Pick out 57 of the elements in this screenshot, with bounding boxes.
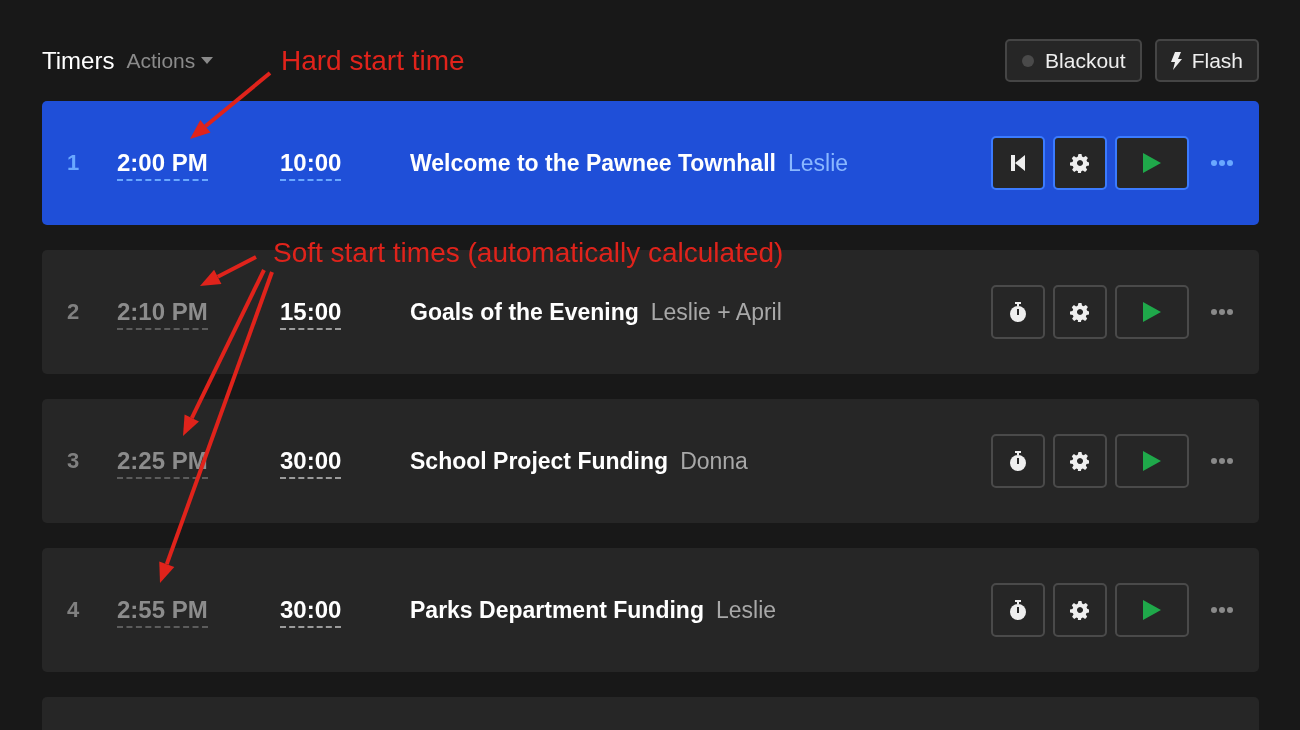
stopwatch-icon: [1009, 302, 1027, 322]
row-number: 3: [67, 448, 81, 474]
timer-row[interactable]: 1 2:00 PM 10:00 Welcome to the Pawnee Townhall Leslie: [42, 101, 1259, 225]
timer-row[interactable]: 4 2:55 PM 30:00 Parks Department Funding Leslie: [42, 548, 1259, 672]
timer-title: School Project Funding: [410, 447, 669, 475]
duration[interactable]: 30:00: [280, 596, 342, 628]
caret-icon: [201, 57, 214, 64]
dot-icon: [1021, 53, 1036, 68]
speaker-name: Donna: [680, 447, 748, 475]
timer-title: Welcome to the Pawnee Townhall: [410, 149, 776, 177]
play-icon: [1143, 302, 1161, 322]
duration[interactable]: 10:00: [280, 149, 342, 181]
stopwatch-icon: [1009, 451, 1027, 471]
more-icon: [1211, 458, 1233, 464]
blackout-button[interactable]: Blackout: [1005, 39, 1142, 82]
skip-back-icon: [1011, 155, 1025, 171]
duration[interactable]: 30:00: [280, 447, 342, 479]
play-button[interactable]: [1115, 583, 1189, 637]
timer-button[interactable]: [991, 285, 1045, 339]
settings-icon: [1070, 600, 1090, 620]
start-time[interactable]: 2:00 PM: [117, 149, 208, 181]
settings-button[interactable]: [1053, 136, 1107, 190]
play-icon: [1143, 451, 1161, 471]
settings-icon: [1070, 451, 1090, 471]
actions-menu[interactable]: Actions: [126, 48, 214, 73]
row-number: 4: [67, 597, 81, 623]
start-time[interactable]: 2:10 PM: [117, 298, 208, 330]
row-number: 2: [67, 299, 81, 325]
stopwatch-icon: [1009, 600, 1027, 620]
lightning-icon: [1170, 51, 1182, 70]
speaker-name: Leslie: [715, 596, 777, 624]
play-button[interactable]: [1115, 434, 1189, 488]
play-icon: [1143, 600, 1161, 620]
timer-button[interactable]: [991, 434, 1045, 488]
more-icon: [1211, 160, 1233, 166]
more-icon: [1211, 607, 1233, 613]
reset-button[interactable]: [991, 136, 1045, 190]
duration[interactable]: 15:00: [280, 298, 342, 330]
annotation-label: Hard start time: [281, 45, 465, 77]
flash-button[interactable]: Flash: [1154, 39, 1259, 82]
settings-icon: [1070, 302, 1090, 322]
settings-button[interactable]: [1053, 285, 1107, 339]
timer-button[interactable]: [991, 583, 1045, 637]
settings-button[interactable]: [1053, 583, 1107, 637]
settings-icon: [1070, 153, 1090, 173]
speaker-name: Leslie: [787, 149, 849, 177]
start-time[interactable]: 2:55 PM: [117, 596, 208, 628]
row-number: 1: [67, 150, 81, 176]
timer-title: Parks Department Funding: [410, 596, 704, 624]
more-icon: [1211, 309, 1233, 315]
speaker-name: Leslie + April: [650, 298, 782, 326]
timer-title: Goals of the Evening: [410, 298, 639, 326]
play-icon: [1143, 153, 1161, 173]
settings-button[interactable]: [1053, 434, 1107, 488]
play-button[interactable]: [1115, 285, 1189, 339]
play-button[interactable]: [1115, 136, 1189, 190]
page-title: Timers: [42, 46, 115, 75]
